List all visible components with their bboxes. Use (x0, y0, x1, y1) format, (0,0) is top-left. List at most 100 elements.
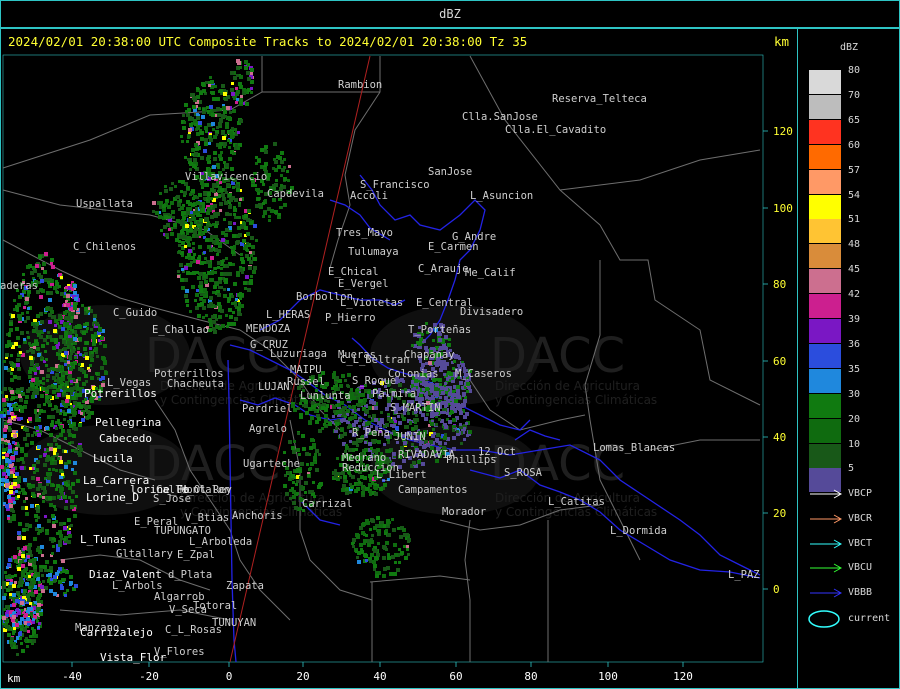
place-label: Zapata (226, 580, 264, 592)
place-label: T_Porteñas (408, 324, 471, 336)
legend-label-48: 48 (848, 239, 861, 251)
legend-swatch-35 (809, 368, 841, 393)
place-label: L_Dormida (610, 525, 667, 537)
legend-swatch-48 (809, 244, 841, 269)
legend-swatch-51 (809, 219, 841, 244)
y-axis-ticks: 120 100 80 60 40 20 0 (763, 125, 793, 596)
legend-swatch-57 (809, 169, 841, 194)
legend-label-42: 42 (848, 289, 861, 301)
legend-swatch-10 (809, 443, 841, 468)
track-label-vbcu: VBCU (848, 562, 873, 574)
legend-label-45: 45 (848, 264, 861, 276)
place-label: Gltallary (116, 548, 173, 560)
watermark-line1-2: Dirección de Agricultura (495, 379, 640, 393)
x-axis-ticks: -40 -20 0 20 40 60 80 100 120 (62, 662, 693, 683)
y-tick-20: 20 (773, 507, 786, 520)
km-unit-bottom: km (7, 672, 21, 685)
place-label: R_Peña (352, 427, 390, 439)
place-label: TUNUYAN (212, 617, 256, 629)
y-tick-100: 100 (773, 202, 793, 215)
place-label: P_Hierro (325, 312, 376, 324)
rivers (227, 174, 761, 663)
place-label: C_Guido (113, 307, 157, 319)
legend-label-35: 35 (848, 363, 861, 375)
place-label: Clla.El_Cavadito (505, 124, 606, 136)
x-tick-80: 80 (524, 670, 537, 683)
place-label: 12_Oct (478, 446, 516, 458)
legend-swatch-70 (809, 94, 841, 119)
place-label: SanJose (428, 166, 472, 178)
place-label: Uspallata (76, 198, 133, 210)
place-label: M_Caseros (455, 368, 512, 380)
track-label-vbct: VBCT (848, 537, 873, 549)
legend-swatch-80 (809, 70, 841, 94)
x-tick--20: -20 (139, 670, 159, 683)
x-tick-40: 40 (373, 670, 386, 683)
legend-swatch-30 (809, 393, 841, 418)
track-label-vbcr: VBCR (848, 512, 873, 524)
legend-swatch-36 (809, 343, 841, 368)
legend-label-5: 5 (848, 463, 855, 475)
legend-label-36: 36 (848, 338, 861, 350)
place-label: Palmira (372, 388, 416, 400)
legend-label-65: 65 (848, 114, 861, 126)
place-label: C_Arauje (418, 263, 469, 275)
watermark-line2-2: y Contingencias Climáticas (495, 393, 657, 407)
place-label: L_Catitas (548, 496, 605, 508)
place-label-highlight: Vista_Flor (100, 651, 167, 664)
place-label: Lomas_Blancas (593, 442, 675, 454)
track-label-current: current (848, 613, 891, 624)
place-label-edge: aderas (0, 280, 38, 292)
place-label: MAIPU (290, 364, 322, 376)
place-label-highlight: Cabecedo (99, 432, 152, 445)
place-label: LUJAN (258, 381, 290, 393)
place-label: S_MARTIN (390, 402, 441, 414)
legend-label-10: 10 (848, 438, 861, 450)
legend-swatch-42 (809, 294, 841, 319)
y-tick-80: 80 (773, 278, 786, 291)
place-label: S_ROSA (504, 467, 543, 479)
place-label-highlight: lorine_Fo (130, 483, 190, 496)
legend-label-80: 80 (848, 65, 861, 76)
place-label: E_Zpal (177, 549, 215, 561)
place-label: Me_Calif (465, 267, 516, 279)
legend-swatch-20 (809, 418, 841, 443)
place-label: E_Carmen (428, 241, 479, 253)
place-label: Perdriel (242, 403, 293, 415)
y-tick-40: 40 (773, 431, 786, 444)
place-label-highlight: Pellegrina (95, 416, 161, 429)
place-label: Capdevila (267, 188, 324, 200)
place-label: Russel (287, 376, 325, 388)
place-label-highlight: Potrerillos (84, 387, 157, 400)
radar-map[interactable]: DACC DACC DACC DACC Dirección de Agricul… (0, 0, 900, 689)
track-arrow-vbcp (810, 489, 843, 499)
place-label: L_HERAS (266, 309, 310, 321)
legend-swatch-65 (809, 119, 841, 144)
x-tick-20: 20 (296, 670, 309, 683)
y-tick-120: 120 (773, 125, 793, 138)
place-label: E_Chical (328, 266, 379, 278)
place-label: Carrizal (302, 498, 353, 510)
legend-swatch-45 (809, 269, 841, 294)
place-label-highlight: Lucila (93, 452, 133, 465)
place-label: Villavicencio (185, 171, 267, 183)
place-label: L_Asuncion (470, 190, 533, 202)
y-tick-60: 60 (773, 355, 786, 368)
x-tick-100: 100 (598, 670, 618, 683)
track-arrow-vbcr (810, 514, 843, 524)
place-label: C_L_Beltran (340, 354, 410, 366)
place-label: V_Btias (185, 512, 229, 524)
legend-swatch-39 (809, 319, 841, 343)
track-arrow-vbct (810, 539, 843, 549)
legend-title: dBZ (840, 42, 859, 53)
place-label: JUNIN (394, 431, 426, 443)
place-label: L_PAZ (728, 569, 760, 581)
legend-label-60: 60 (848, 139, 861, 151)
x-tick-120: 120 (673, 670, 693, 683)
place-label-highlight: Diaz_Valent (89, 568, 162, 581)
place-label: TUPUNGATO (154, 525, 211, 537)
place-label: S_Roque (352, 375, 396, 387)
place-label: Chacheuta (167, 378, 224, 390)
place-label: Ugarteche (243, 458, 300, 470)
place-label: Chapanay (404, 349, 455, 361)
